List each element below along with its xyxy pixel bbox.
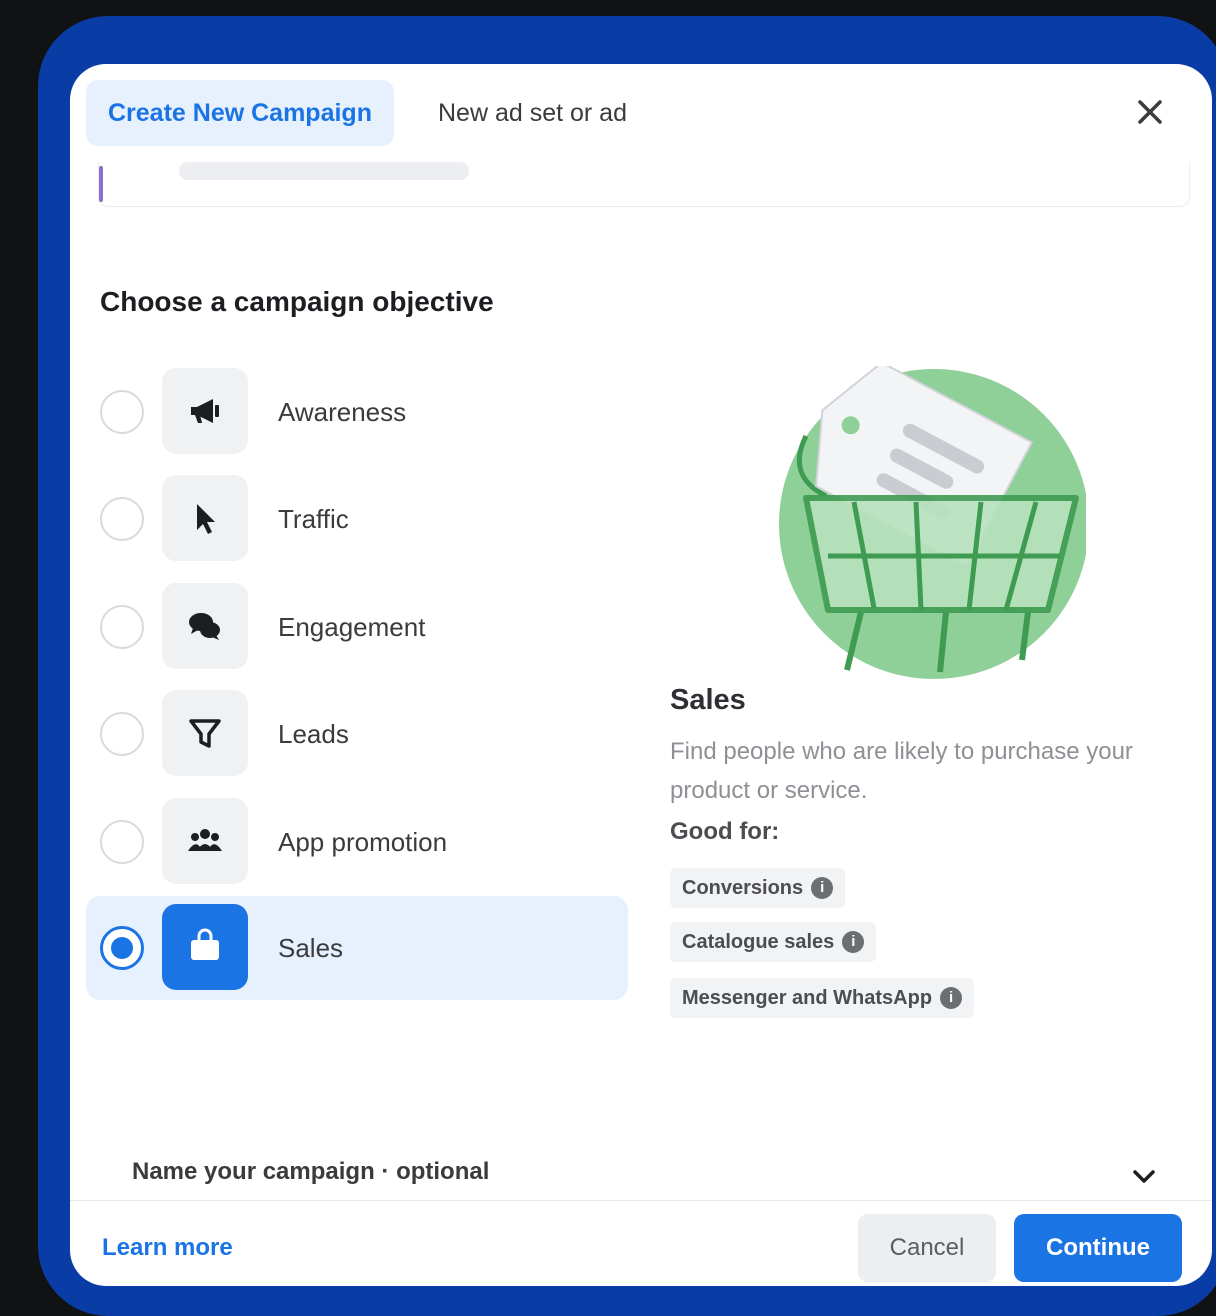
tag-messenger-whatsapp: Messenger and WhatsApp i [670,978,975,1018]
chevron-down-icon[interactable] [1128,1160,1160,1192]
radio-app-promotion[interactable] [100,820,144,864]
radio-traffic[interactable] [100,497,144,541]
radio-leads[interactable] [100,712,144,756]
tag-conversions: Conversions i [670,868,846,908]
info-icon[interactable]: i [940,987,963,1009]
shopping-bag-icon [162,904,248,990]
objective-label: App promotion [278,827,448,857]
tag-label: Messenger and WhatsApp [682,987,933,1009]
objective-option-engagement[interactable]: Engagement [86,575,628,679]
tag-catalogue-sales: Catalogue sales i [670,922,877,962]
objective-option-traffic[interactable]: Traffic [86,467,628,571]
tab-new-ad-set-or-ad[interactable]: New ad set or ad [416,80,649,146]
close-icon [1138,100,1162,124]
continue-button[interactable]: Continue [1014,1214,1182,1282]
objective-detail-description: Find people who are likely to purchase y… [670,738,1133,804]
cancel-button[interactable]: Cancel [858,1214,996,1282]
radio-sales[interactable] [100,926,144,970]
chat-bubbles-icon [162,583,248,669]
objective-option-sales[interactable]: Sales [86,896,628,1000]
radio-awareness[interactable] [100,390,144,434]
info-icon[interactable]: i [811,877,834,899]
objective-detail-title: Sales [670,684,746,716]
info-icon[interactable]: i [842,931,865,953]
name-campaign-label: Name your campaign · optional [132,1158,490,1185]
tag-label: Catalogue sales [682,931,835,953]
people-icon [162,798,248,884]
section-title: Choose a campaign objective [100,286,494,317]
close-button[interactable] [1128,90,1172,134]
cursor-icon [162,475,248,561]
objective-label: Sales [278,933,344,963]
objective-option-awareness[interactable]: Awareness [86,360,628,464]
placeholder-pill [179,162,469,180]
objective-label: Awareness [278,397,407,427]
objective-label: Leads [278,719,349,749]
objective-option-leads[interactable]: Leads [86,682,628,786]
name-campaign-row[interactable]: Name your campaign · optional [70,1154,1212,1201]
tab-create-new-campaign[interactable]: Create New Campaign [86,80,394,146]
scroll-accent-bar [99,166,103,202]
sales-illustration [766,361,1089,686]
objective-option-app-promotion[interactable]: App promotion [86,790,628,894]
megaphone-icon [162,368,248,454]
radio-engagement[interactable] [100,605,144,649]
learn-more-link[interactable]: Learn more [102,1234,233,1262]
funnel-icon [162,690,248,776]
scrolled-content-edge [98,162,1190,207]
objective-label: Engagement [278,612,426,642]
tag-label: Conversions [682,877,804,899]
good-for-label: Good for: [670,818,780,845]
objective-label: Traffic [278,504,349,534]
create-campaign-dialog: Create New Campaign New ad set or ad Cho… [70,64,1212,1286]
